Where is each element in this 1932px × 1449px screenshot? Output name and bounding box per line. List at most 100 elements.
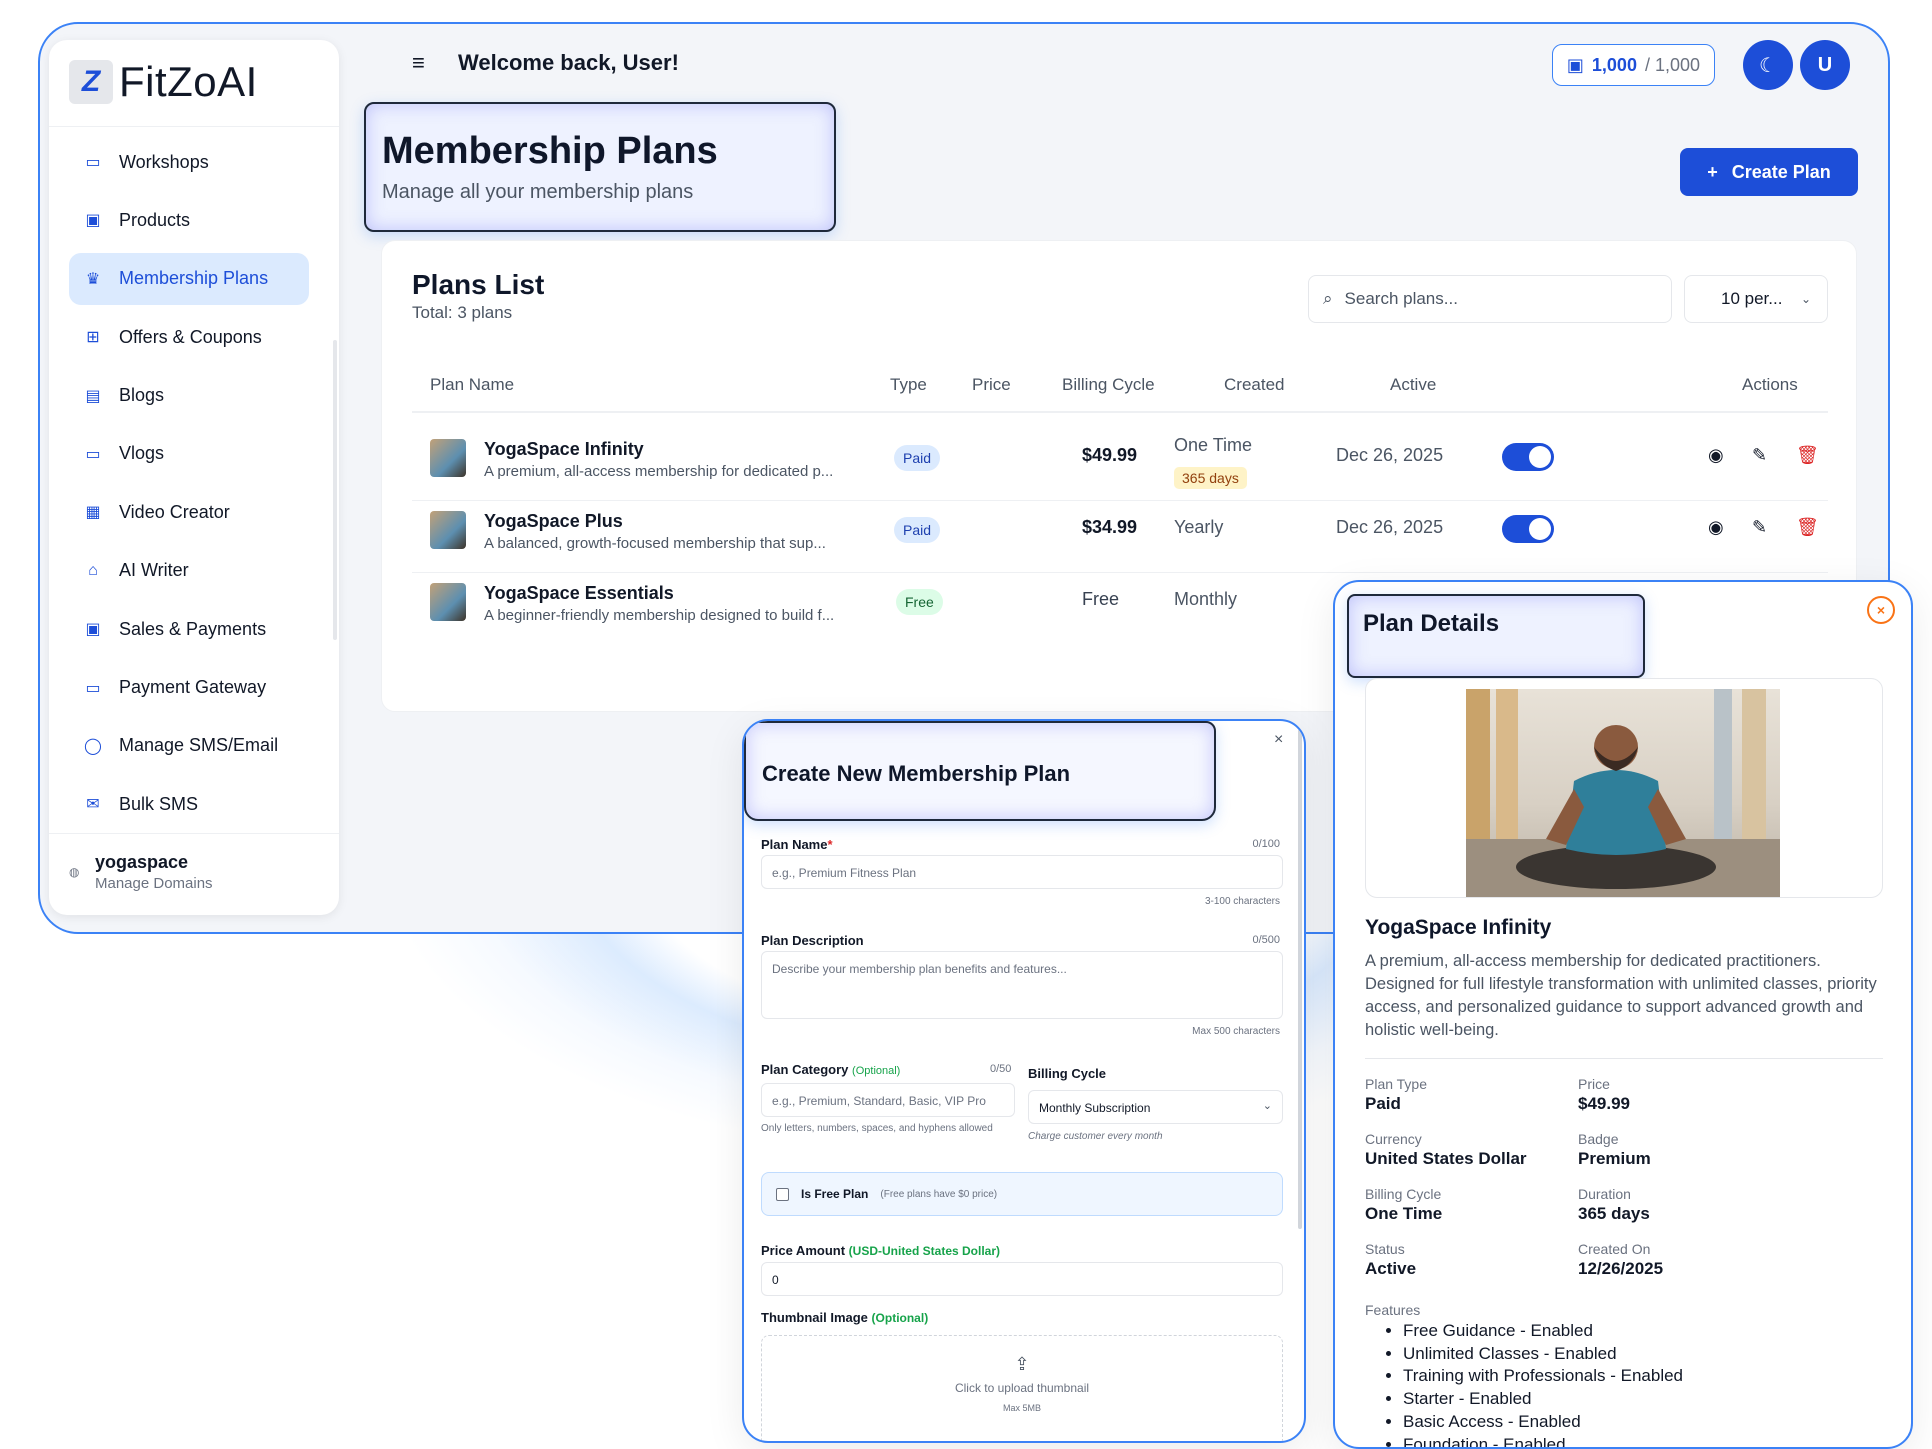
menu-icon[interactable]: ≡: [412, 50, 425, 76]
topbar: ≡ Welcome back, User! ▣ 1,000 / 1,000 ☾ …: [362, 22, 1870, 106]
sidebar-item-manage-sms-email[interactable]: ◯ Manage SMS/Email: [69, 720, 309, 772]
per-page-select[interactable]: 10 per... ⌄: [1684, 275, 1828, 323]
workspace-switcher[interactable]: ◍ yogaspace Manage Domains: [49, 833, 339, 910]
col-plan-name[interactable]: Plan Name: [430, 375, 514, 395]
type-badge: Free: [896, 589, 943, 615]
billing-cycle-select[interactable]: Monthly Subscription ⌄: [1028, 1090, 1283, 1124]
feature-item: Training with Professionals - Enabled: [1403, 1365, 1683, 1388]
free-plan-label: Is Free Plan: [801, 1187, 869, 1201]
edit-icon[interactable]: ✎: [1752, 445, 1767, 466]
sidebar-item-bulk-sms[interactable]: ✉ Bulk SMS: [69, 778, 309, 830]
type-badge: Paid: [894, 517, 941, 543]
thumbnail-upload[interactable]: ⇪ Click to upload thumbnail Max 5MB: [761, 1335, 1283, 1441]
trash-icon[interactable]: 🗑: [1796, 517, 1819, 538]
moon-icon: ☾: [1759, 54, 1777, 77]
plan-category-count: 0/50: [990, 1063, 1012, 1075]
upload-text: Click to upload thumbnail: [954, 1381, 1090, 1395]
create-modal-title: Create New Membership Plan: [762, 761, 1071, 786]
feature-item: Free Guidance - Enabled: [1403, 1320, 1683, 1343]
sidebar-item-payment-gateway[interactable]: ▭ Payment Gateway: [69, 662, 309, 714]
edit-icon[interactable]: ✎: [1752, 517, 1767, 538]
logo[interactable]: Z FitZoAI: [69, 58, 258, 106]
workspace-name: yogaspace: [95, 852, 189, 872]
col-active[interactable]: Active: [1390, 375, 1436, 395]
col-billing-cycle[interactable]: Billing Cycle: [1062, 375, 1155, 395]
plan-name: YogaSpace Infinity: [484, 439, 644, 459]
close-icon[interactable]: ×: [1867, 596, 1895, 624]
video-icon: ▭: [85, 445, 101, 463]
plan-name-field[interactable]: e.g., Premium Fitness Plan: [761, 855, 1283, 889]
modal-scrollbar[interactable]: [1298, 729, 1302, 1229]
sidebar-item-offers-coupons[interactable]: ⊞ Offers & Coupons: [69, 311, 309, 363]
sidebar-item-workshops[interactable]: ▭ Workshops: [69, 136, 309, 188]
sidebar-item-vlogs[interactable]: ▭ Vlogs: [69, 428, 309, 480]
sidebar-item-sales-payments[interactable]: ▣ Sales & Payments: [69, 603, 309, 655]
plan-price: Free: [1082, 589, 1120, 609]
feature-item: Basic Access - Enabled: [1403, 1411, 1683, 1434]
plan-category-label: Plan Category (Optional): [761, 1062, 901, 1077]
upload-max: Max 5MB: [1002, 1403, 1041, 1413]
price-amount-field[interactable]: 0: [761, 1262, 1283, 1296]
sidebar-nav: ▭ Workshops ▣ Products ♛ Membership Plans ⊞ Off…: [69, 136, 309, 837]
plan-name: YogaSpace Plus: [484, 511, 623, 531]
search-placeholder: Search plans...: [1344, 289, 1458, 308]
create-plan-modal: Create New Membership Plan × Plan Name* …: [742, 719, 1306, 1443]
plan-description-label: Plan Description: [761, 933, 864, 948]
plan-image-frame: [1365, 678, 1883, 898]
plan-thumbnail: [430, 511, 466, 549]
plan-description: A beginner-friendly membership designed …: [484, 607, 835, 624]
feature-item: Foundation - Enabled: [1403, 1434, 1683, 1447]
credit-card-icon: ▭: [85, 679, 101, 697]
search-icon: ⌕: [1323, 289, 1333, 308]
credits-used: 1,000: [1591, 54, 1637, 75]
free-plan-toggle[interactable]: Is Free Plan (Free plans have $0 price): [761, 1172, 1283, 1216]
sidebar-item-video-creator[interactable]: ▦ Video Creator: [69, 486, 309, 538]
globe-icon: ◍: [69, 865, 80, 879]
manage-domains-link[interactable]: Manage Domains: [95, 875, 213, 892]
avatar[interactable]: U: [1800, 40, 1850, 90]
theme-toggle-button[interactable]: ☾: [1743, 40, 1793, 90]
type-badge: Paid: [894, 445, 941, 471]
sidebar-item-label: Membership Plans: [119, 268, 269, 289]
trash-icon[interactable]: 🗑: [1796, 445, 1819, 466]
billing-cycle: Yearly: [1174, 517, 1224, 537]
sidebar-item-label: Workshops: [119, 151, 209, 172]
chevron-down-icon: ⌄: [1800, 292, 1811, 306]
free-plan-checkbox[interactable]: [776, 1187, 789, 1201]
sidebar-item-label: Vlogs: [119, 443, 165, 464]
detail-badge: Badge Premium: [1578, 1131, 1651, 1168]
create-plan-button[interactable]: + Create Plan: [1680, 148, 1858, 196]
create-modal-header: Create New Membership Plan: [744, 721, 1216, 821]
plan-thumbnail: [430, 439, 466, 477]
sidebar-item-membership-plans[interactable]: ♛ Membership Plans: [69, 252, 309, 305]
credits-badge[interactable]: ▣ 1,000 / 1,000: [1551, 44, 1715, 86]
billing-cycle: One Time: [1174, 435, 1253, 455]
created-date: Dec 26, 2025: [1336, 445, 1444, 465]
active-toggle[interactable]: [1502, 443, 1554, 471]
free-plan-hint: (Free plans have $0 price): [880, 1188, 998, 1200]
sidebar-item-blogs[interactable]: ▤ Blogs: [69, 370, 309, 422]
plan-description-field[interactable]: Describe your membership plan benefits a…: [761, 951, 1283, 1019]
search-input[interactable]: ⌕ Search plans...: [1308, 275, 1672, 323]
plan-category-field[interactable]: e.g., Premium, Standard, Basic, VIP Pro: [761, 1083, 1015, 1117]
sidebar-item-label: Offers & Coupons: [119, 326, 262, 347]
close-icon[interactable]: ×: [1274, 731, 1283, 749]
col-created[interactable]: Created: [1224, 375, 1284, 395]
eye-icon[interactable]: ◉: [1708, 517, 1724, 538]
welcome-text: Welcome back, User!: [458, 50, 679, 75]
eye-icon[interactable]: ◉: [1708, 445, 1724, 466]
sidebar-scrollbar[interactable]: [333, 340, 337, 640]
sidebar-item-label: Blogs: [119, 385, 165, 406]
col-price[interactable]: Price: [972, 375, 1011, 395]
sidebar-item-products[interactable]: ▣ Products: [69, 194, 309, 246]
sidebar-item-ai-writer[interactable]: ⌂ AI Writer: [69, 545, 309, 597]
plan-price: $49.99: [1082, 445, 1138, 465]
active-toggle[interactable]: [1502, 515, 1554, 543]
detail-price: Price $49.99: [1578, 1076, 1630, 1113]
col-type[interactable]: Type: [890, 375, 927, 395]
detail-duration: Duration 365 days: [1578, 1186, 1650, 1223]
plans-total: Total: 3 plans: [412, 303, 513, 322]
plan-photo: [1466, 689, 1780, 897]
sidebar-item-label: Sales & Payments: [119, 618, 267, 639]
sidebar-item-label: Bulk SMS: [119, 793, 199, 814]
